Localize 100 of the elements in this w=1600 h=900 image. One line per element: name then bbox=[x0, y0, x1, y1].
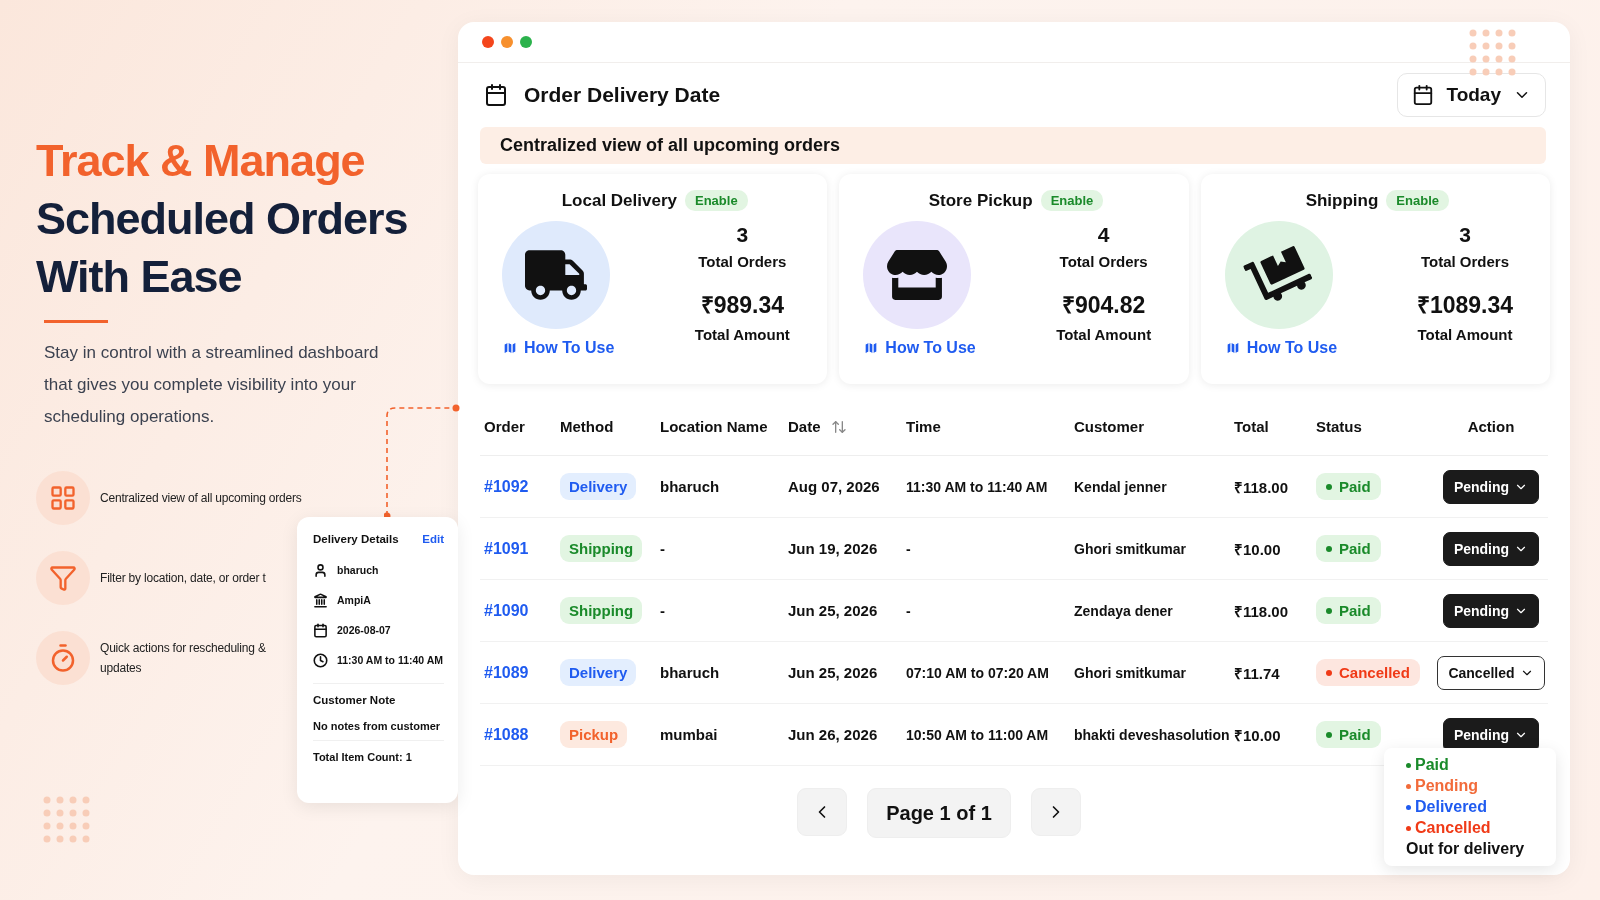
status-tag: Cancelled bbox=[1316, 659, 1420, 686]
status-tag: Paid bbox=[1316, 535, 1381, 562]
table-cell: Jun 25, 2026 bbox=[784, 579, 902, 642]
status-badge: Enable bbox=[685, 190, 748, 211]
table-cell: 10:50 AM to 11:00 AM bbox=[902, 703, 1070, 766]
close-dot[interactable] bbox=[482, 36, 494, 48]
status-dropdown[interactable]: Pending bbox=[1442, 469, 1540, 504]
table-cell: Jun 19, 2026 bbox=[784, 517, 902, 580]
column-header: Time bbox=[902, 418, 1070, 456]
edit-link[interactable]: Edit bbox=[422, 533, 444, 545]
detail-text: 2026-08-07 bbox=[337, 624, 391, 636]
table-cell: bharuch bbox=[656, 455, 784, 518]
column-header[interactable]: Date bbox=[784, 418, 902, 456]
table-cell: Ghori smitkumar bbox=[1070, 517, 1230, 580]
table-cell: 11:30 AM to 11:40 AM bbox=[902, 455, 1070, 518]
detail-text: bharuch bbox=[337, 564, 379, 576]
feature-text: Centralized view of all upcoming orders bbox=[100, 490, 302, 507]
table-cell: ₹118.00 bbox=[1230, 579, 1312, 642]
feature-text: Filter by location, date, or order t bbox=[100, 570, 266, 587]
table-cell: Jun 26, 2026 bbox=[784, 703, 902, 766]
table-cell: bhakti deveshasolution bbox=[1070, 703, 1230, 766]
minimize-dot[interactable] bbox=[501, 36, 513, 48]
menu-item[interactable]: Pending bbox=[1406, 777, 1556, 795]
status-tag: Paid bbox=[1316, 473, 1381, 500]
order-count: 3 bbox=[736, 223, 749, 247]
person-icon bbox=[313, 562, 328, 578]
clock-icon bbox=[313, 652, 328, 668]
stat-label: Total Amount bbox=[1417, 326, 1513, 343]
how-to-use-link[interactable]: How To Use bbox=[863, 339, 976, 357]
method-tag: Delivery bbox=[560, 659, 637, 686]
date-filter-dropdown[interactable]: Today bbox=[1397, 73, 1546, 117]
page-indicator: Page 1 of 1 bbox=[867, 788, 1011, 838]
table-cell: - bbox=[656, 517, 784, 580]
map-icon bbox=[502, 340, 518, 356]
order-link[interactable]: #1092 bbox=[484, 477, 529, 495]
menu-item[interactable]: Out for delivery bbox=[1406, 840, 1556, 858]
table-cell: ₹10.00 bbox=[1230, 517, 1312, 580]
table-cell: - bbox=[902, 517, 1070, 580]
detail-text: AmpiA bbox=[337, 594, 371, 606]
amount: ₹989.34 bbox=[700, 291, 784, 320]
column-header: Location Name bbox=[656, 418, 784, 456]
how-to-use-link[interactable]: How To Use bbox=[1224, 339, 1338, 357]
stat-label: Total Amount bbox=[1056, 326, 1152, 343]
table-cell: ₹10.00 bbox=[1230, 703, 1312, 766]
headline-accent: Track & Manage bbox=[36, 134, 366, 188]
calendar-icon bbox=[1412, 84, 1435, 106]
feature-text: Quick actions for rescheduling & updates bbox=[100, 640, 267, 677]
maximize-dot[interactable] bbox=[520, 36, 532, 48]
status-tag: Paid bbox=[1316, 597, 1381, 624]
stat-label: Total Amount bbox=[694, 326, 790, 343]
order-count: 4 bbox=[1097, 223, 1110, 247]
order-link[interactable]: #1090 bbox=[484, 601, 529, 619]
stat-label: Total Orders bbox=[1059, 253, 1148, 270]
status-dropdown[interactable]: Cancelled bbox=[1437, 655, 1545, 690]
info-banner: Centralized view of all upcoming orders bbox=[480, 127, 1546, 164]
table-cell: Ghori smitkumar bbox=[1070, 641, 1230, 704]
method-tag: Delivery bbox=[560, 473, 637, 500]
table-cell: Aug 07, 2026 bbox=[784, 455, 902, 518]
column-header: Total bbox=[1230, 418, 1312, 456]
status-badge: Enable bbox=[1040, 190, 1104, 211]
item-count: Total Item Count: 1 bbox=[313, 751, 413, 763]
sort-icon[interactable] bbox=[830, 418, 847, 435]
table-cell: mumbai bbox=[656, 703, 784, 766]
window-title: Order Delivery Date bbox=[524, 83, 721, 107]
order-link[interactable]: #1091 bbox=[484, 539, 529, 557]
column-header: Order bbox=[480, 418, 556, 456]
method-tag: Pickup bbox=[560, 721, 628, 748]
status-tag: Paid bbox=[1316, 721, 1381, 748]
table-cell: - bbox=[656, 579, 784, 642]
menu-item[interactable]: Cancelled bbox=[1406, 819, 1556, 837]
filter-icon bbox=[49, 564, 77, 592]
card-title: Local Delivery bbox=[561, 190, 677, 211]
table-cell: bharuch bbox=[656, 641, 784, 704]
card-title: Shipping bbox=[1305, 190, 1379, 211]
detail-text: 11:30 AM to 11:40 AM bbox=[337, 654, 443, 666]
map-icon bbox=[863, 340, 880, 356]
table-cell: Zendaya dener bbox=[1070, 579, 1230, 642]
table-cell: ₹118.00 bbox=[1230, 455, 1312, 518]
amount: ₹1089.34 bbox=[1416, 291, 1514, 320]
menu-item[interactable]: Delivered bbox=[1406, 798, 1556, 816]
status-dropdown[interactable]: Pending bbox=[1442, 593, 1540, 628]
calendar-icon bbox=[313, 622, 328, 638]
menu-item[interactable]: Paid bbox=[1406, 756, 1556, 774]
headline: Scheduled Orders bbox=[36, 192, 409, 246]
calendar-icon bbox=[484, 83, 508, 107]
table-cell: Jun 25, 2026 bbox=[784, 641, 902, 704]
order-count: 3 bbox=[1459, 223, 1471, 247]
status-badge: Enable bbox=[1386, 190, 1449, 211]
status-dropdown[interactable]: Pending bbox=[1442, 531, 1540, 566]
column-header: Customer bbox=[1070, 418, 1230, 456]
card-title: Store Pickup bbox=[928, 190, 1033, 211]
how-to-use-link[interactable]: How To Use bbox=[502, 339, 615, 357]
dot-grid-drawing bbox=[1468, 28, 1518, 78]
stat-label: Total Orders bbox=[1420, 253, 1509, 270]
grid-icon bbox=[49, 484, 77, 512]
note-text: No notes from customer bbox=[313, 720, 442, 732]
order-link[interactable]: #1088 bbox=[484, 725, 529, 743]
order-link[interactable]: #1089 bbox=[484, 663, 529, 681]
method-tag: Shipping bbox=[560, 535, 643, 562]
method-tag: Shipping bbox=[560, 597, 643, 624]
